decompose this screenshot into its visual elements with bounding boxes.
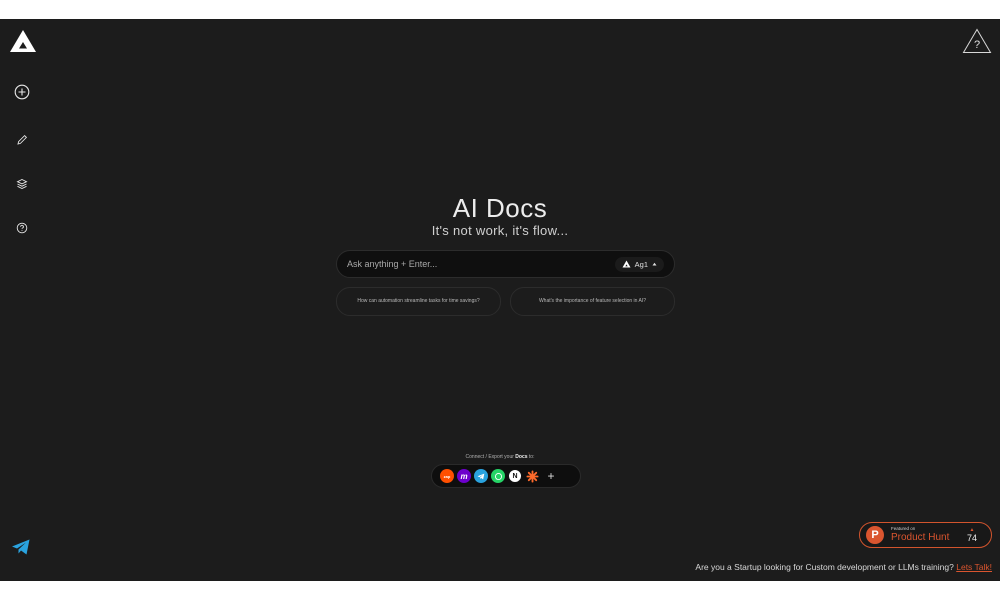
- add-integration-button[interactable]: +: [544, 469, 558, 483]
- page-subtitle: It's not work, it's flow...: [431, 223, 569, 238]
- page-title: AI Docs: [452, 193, 548, 223]
- help-triangle-icon[interactable]: ?: [962, 28, 992, 54]
- telegram-icon[interactable]: [11, 538, 31, 556]
- model-selector[interactable]: Ag1: [614, 256, 664, 272]
- ph-votes: ▲ 74: [966, 526, 977, 543]
- zapier-icon[interactable]: zap: [440, 469, 454, 483]
- ask-input[interactable]: [347, 259, 615, 269]
- svg-text:?: ?: [974, 39, 980, 51]
- footer-cta: Are you a Startup looking for Custom dev…: [695, 562, 992, 572]
- logo-icon[interactable]: [9, 29, 37, 53]
- lets-talk-link[interactable]: Lets Talk!: [956, 562, 992, 572]
- ask-bar: Ag1: [336, 250, 675, 278]
- asterisk-app-icon[interactable]: [525, 469, 539, 483]
- suggestion-chip[interactable]: What's the importance of feature selecti…: [510, 287, 675, 316]
- suggestions: How can automation streamline tasks for …: [336, 287, 675, 316]
- telegram-app-icon[interactable]: [474, 469, 488, 483]
- connect-label: Connect / Export your Docs to:: [465, 454, 535, 460]
- app-window: ? AI Docs It's not work, it's flow... Ag…: [0, 19, 1000, 581]
- upvote-arrow-icon: ▲: [969, 526, 975, 533]
- product-hunt-badge[interactable]: P Featured on Product Hunt ▲ 74: [859, 522, 992, 548]
- suggestion-chip[interactable]: How can automation streamline tasks for …: [336, 287, 501, 316]
- new-doc-icon[interactable]: [13, 83, 31, 101]
- layers-icon[interactable]: [13, 175, 31, 193]
- upvote-count: 74: [966, 532, 977, 543]
- connect-bar: zap m N +: [431, 464, 581, 488]
- product-hunt-icon: P: [866, 526, 884, 544]
- caret-up-icon: [652, 262, 657, 266]
- ph-name: Product Hunt: [891, 531, 950, 543]
- notion-icon[interactable]: N: [508, 469, 522, 483]
- pencil-icon[interactable]: [13, 131, 31, 149]
- model-logo-icon: [622, 260, 631, 268]
- make-icon[interactable]: m: [457, 469, 471, 483]
- model-label: Ag1: [634, 259, 648, 269]
- whatsapp-icon[interactable]: [491, 469, 505, 483]
